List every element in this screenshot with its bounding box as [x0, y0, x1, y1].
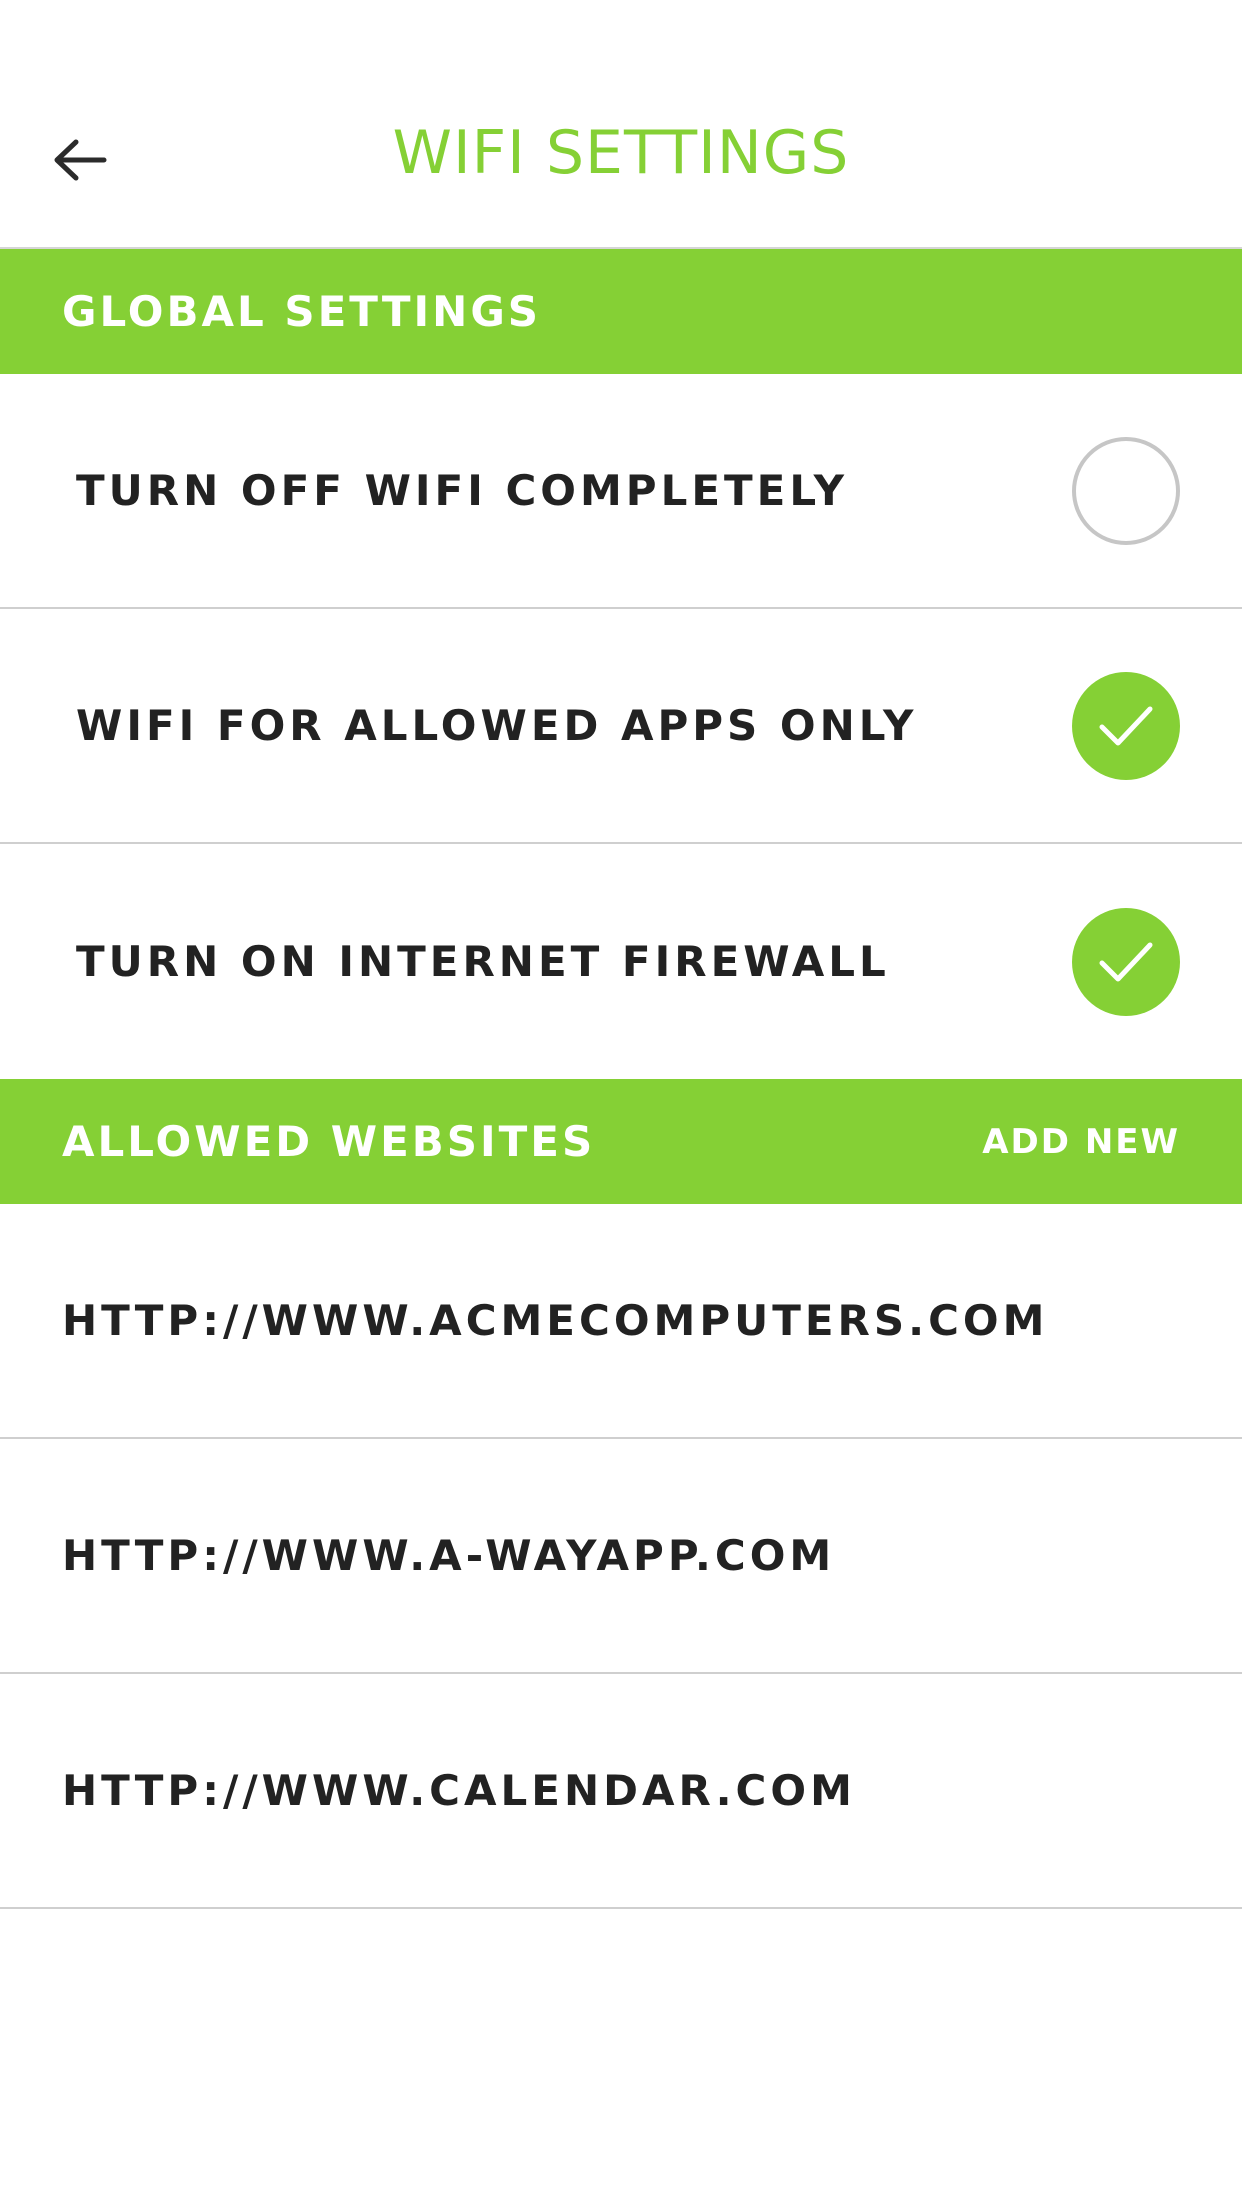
section-title: GLOBAL SETTINGS — [62, 287, 542, 336]
allowed-websites-header: ALLOWED WEBSITES ADD NEW — [0, 1079, 1242, 1204]
setting-row-internet-firewall[interactable]: TURN ON INTERNET FIREWALL — [0, 844, 1242, 1079]
website-url: HTTP://WWW.A-WAYAPP.COM — [62, 1531, 836, 1580]
website-url: HTTP://WWW.CALENDAR.COM — [62, 1766, 856, 1815]
checkbox-checked[interactable] — [1072, 671, 1180, 780]
setting-label: TURN OFF WIFI COMPLETELY — [76, 466, 848, 515]
setting-label: WIFI FOR ALLOWED APPS ONLY — [76, 701, 918, 750]
setting-label: TURN ON INTERNET FIREWALL — [76, 937, 890, 986]
page-title: WIFI SETTINGS — [392, 118, 850, 188]
checkmark-icon — [1099, 942, 1153, 981]
checkbox-checked[interactable] — [1072, 907, 1180, 1016]
checkbox-unchecked[interactable] — [1072, 436, 1180, 545]
website-row[interactable]: HTTP://WWW.A-WAYAPP.COM — [0, 1439, 1242, 1674]
add-new-button[interactable]: ADD NEW — [982, 1122, 1180, 1162]
checkmark-icon — [1099, 706, 1153, 745]
global-settings-header: GLOBAL SETTINGS — [0, 249, 1242, 374]
website-url: HTTP://WWW.ACMECOMPUTERS.COM — [62, 1296, 1049, 1345]
app-header: WIFI SETTINGS — [0, 0, 1242, 249]
setting-row-allowed-apps-only[interactable]: WIFI FOR ALLOWED APPS ONLY — [0, 609, 1242, 844]
setting-row-turn-off-wifi[interactable]: TURN OFF WIFI COMPLETELY — [0, 374, 1242, 609]
section-title: ALLOWED WEBSITES — [62, 1117, 596, 1166]
website-row[interactable]: HTTP://WWW.CALENDAR.COM — [0, 1674, 1242, 1909]
website-row[interactable]: HTTP://WWW.ACMECOMPUTERS.COM — [0, 1204, 1242, 1439]
wifi-settings-screen: WIFI SETTINGS GLOBAL SETTINGS TURN OFF W… — [0, 0, 1242, 2208]
